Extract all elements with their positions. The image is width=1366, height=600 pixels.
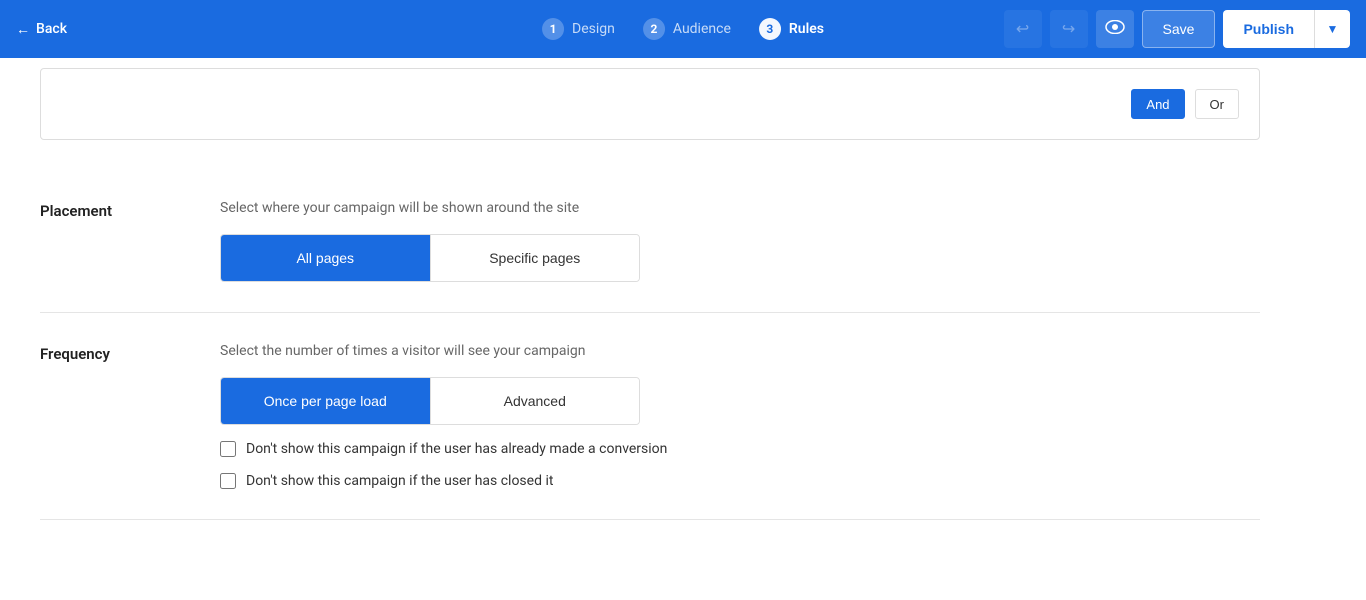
save-button[interactable]: Save	[1142, 10, 1216, 48]
step-audience[interactable]: 2 Audience	[643, 18, 731, 40]
conversion-checkbox-label[interactable]: Don't show this campaign if the user has…	[246, 441, 667, 457]
closed-label-text: Don't show this campaign if the user has…	[246, 473, 553, 489]
placement-label: Placement	[40, 200, 220, 282]
and-button[interactable]: And	[1131, 89, 1184, 119]
step-label-design: Design	[572, 21, 615, 37]
step-rules[interactable]: 3 Rules	[759, 18, 824, 40]
conversion-checkbox[interactable]	[220, 441, 236, 457]
back-button[interactable]: ← Back	[16, 21, 67, 38]
undo-button[interactable]: ↩	[1004, 10, 1042, 48]
publish-button[interactable]: Publish	[1223, 10, 1314, 48]
back-label: Back	[36, 21, 67, 37]
all-pages-button[interactable]: All pages	[221, 235, 430, 281]
publish-caret-icon: ▼	[1327, 22, 1339, 36]
placement-section: Placement Select where your campaign wil…	[40, 170, 1260, 313]
undo-icon: ↩	[1016, 19, 1029, 39]
back-arrow-icon: ←	[16, 21, 30, 38]
nav-right-actions: ↩ ↪ Save Publish ▼	[1004, 10, 1350, 48]
step-circle-3: 3	[759, 18, 781, 40]
placement-body: Select where your campaign will be shown…	[220, 200, 1260, 282]
frequency-toggle-group: Once per page load Advanced	[220, 377, 640, 425]
preview-icon	[1105, 20, 1125, 39]
closed-checkbox-label[interactable]: Don't show this campaign if the user has…	[246, 473, 553, 489]
nav-steps: 1 Design 2 Audience 3 Rules	[542, 18, 824, 40]
advanced-button[interactable]: Advanced	[430, 378, 640, 424]
step-label-rules: Rules	[789, 21, 824, 37]
step-circle-2: 2	[643, 18, 665, 40]
conversion-highlight-text: if the user has already made a conversio…	[409, 441, 667, 457]
closed-highlight-text: if the user has closed	[409, 473, 542, 489]
main-content: And Or Placement Select where your campa…	[0, 58, 1366, 600]
publish-button-group: Publish ▼	[1223, 10, 1350, 48]
preview-button[interactable]	[1096, 10, 1134, 48]
redo-button[interactable]: ↪	[1050, 10, 1088, 48]
placement-description: Select where your campaign will be shown…	[220, 200, 1260, 216]
frequency-description: Select the number of times a visitor wil…	[220, 343, 1260, 359]
once-per-page-load-button[interactable]: Once per page load	[221, 378, 430, 424]
step-label-audience: Audience	[673, 21, 731, 37]
closed-checkbox-row: Don't show this campaign if the user has…	[220, 473, 1260, 489]
closed-checkbox[interactable]	[220, 473, 236, 489]
step-circle-1: 1	[542, 18, 564, 40]
condition-card: And Or	[40, 68, 1260, 140]
frequency-label: Frequency	[40, 343, 220, 489]
conversion-label-text: Don't show this campaign if the user has…	[246, 441, 667, 457]
placement-toggle-group: All pages Specific pages	[220, 234, 640, 282]
conversion-checkbox-row: Don't show this campaign if the user has…	[220, 441, 1260, 457]
step-design[interactable]: 1 Design	[542, 18, 615, 40]
top-navigation: ← Back 1 Design 2 Audience 3 Rules ↩ ↪	[0, 0, 1366, 58]
frequency-body: Select the number of times a visitor wil…	[220, 343, 1260, 489]
frequency-section: Frequency Select the number of times a v…	[40, 313, 1260, 520]
publish-dropdown-button[interactable]: ▼	[1314, 10, 1350, 48]
redo-icon: ↪	[1062, 19, 1075, 39]
or-button[interactable]: Or	[1195, 89, 1239, 119]
specific-pages-button[interactable]: Specific pages	[430, 235, 640, 281]
